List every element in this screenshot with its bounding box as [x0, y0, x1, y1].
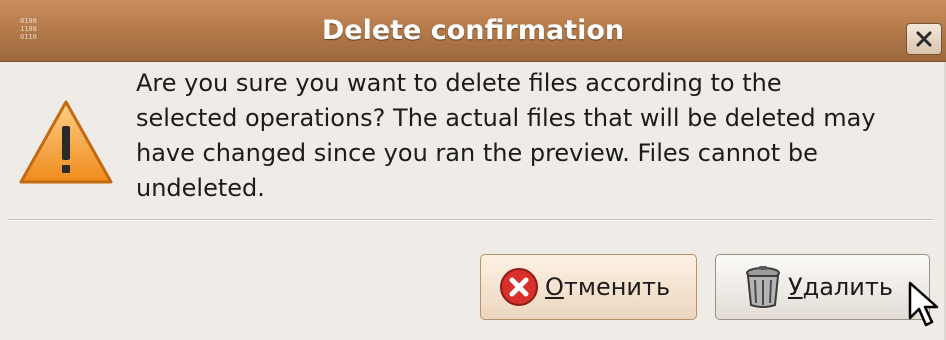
close-icon: [916, 31, 932, 47]
close-button[interactable]: [906, 23, 942, 55]
title-bar[interactable]: 0100 1100 0110 Delete confirmation: [0, 0, 946, 62]
cancel-button-label: Отменить: [545, 273, 670, 301]
delete-button-label: Удалить: [788, 273, 893, 301]
mouse-cursor-icon: [908, 281, 939, 327]
delete-mnemonic: У: [788, 273, 803, 301]
cancel-button[interactable]: Отменить: [480, 254, 697, 320]
dialog-window: 0100 1100 0110 Delete confirmation Are y…: [0, 0, 946, 340]
cancel-label-rest: тменить: [563, 273, 671, 301]
separator: [8, 219, 934, 221]
cancel-circle-icon: [500, 268, 538, 306]
delete-label-rest: далить: [802, 273, 893, 301]
warning-icon: [19, 100, 113, 184]
window-title: Delete confirmation: [321, 15, 625, 46]
cancel-mnemonic: О: [545, 273, 564, 301]
confirmation-message: Are you sure you want to delete files ac…: [136, 69, 876, 202]
trash-can-icon: [746, 266, 780, 308]
delete-button[interactable]: Удалить: [715, 254, 930, 320]
